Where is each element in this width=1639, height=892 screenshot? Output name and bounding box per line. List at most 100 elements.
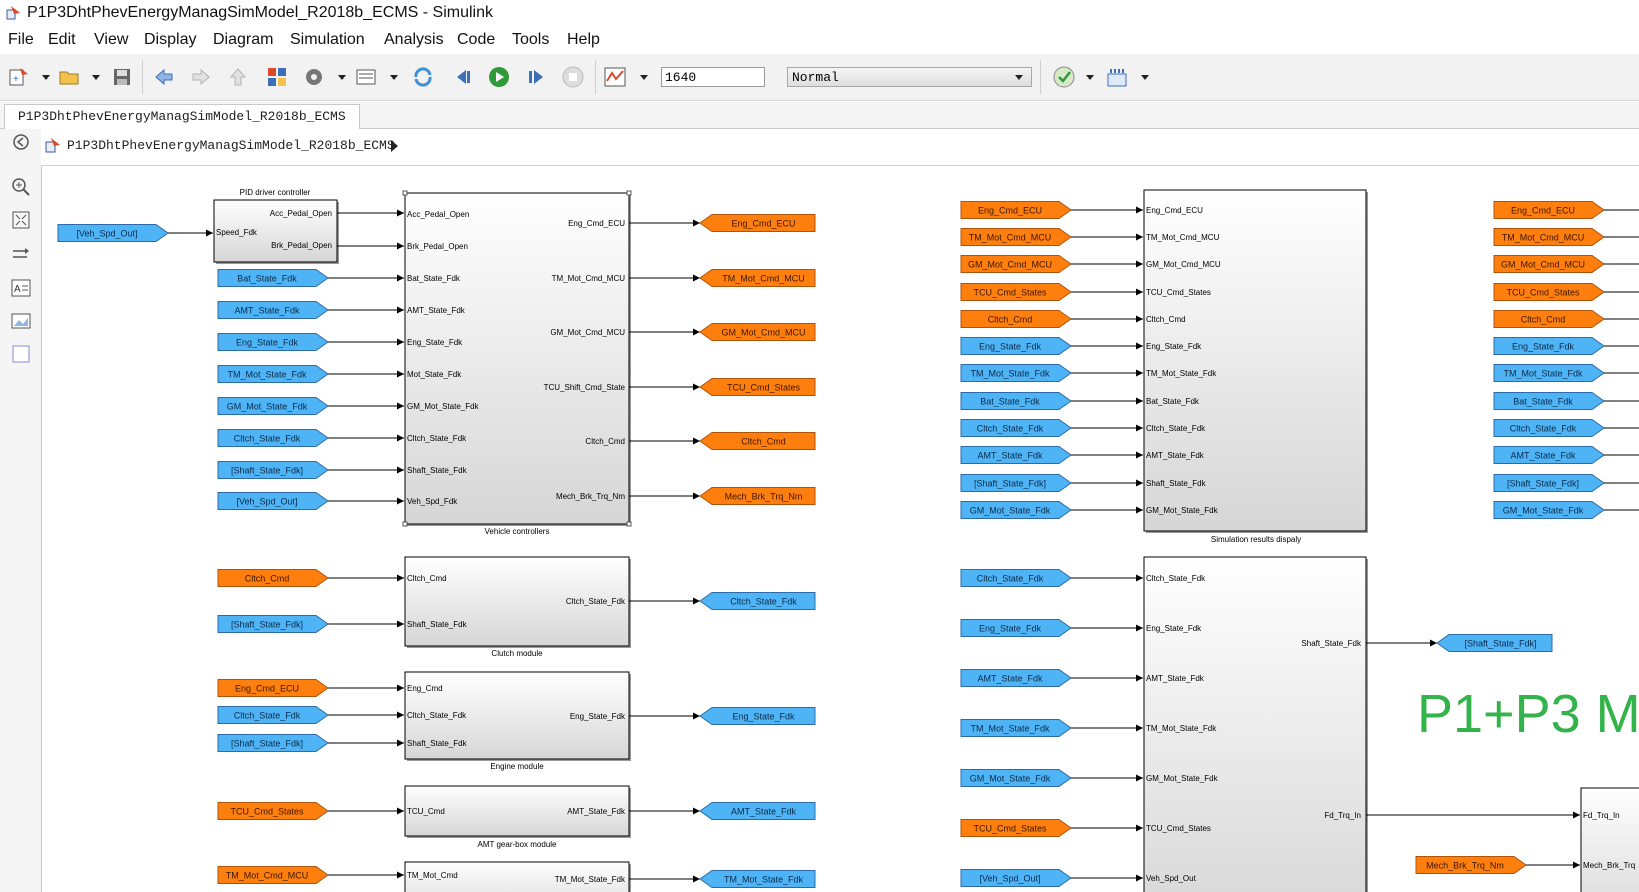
arrowhead[interactable] xyxy=(693,492,700,500)
update-diagram-icon[interactable] xyxy=(412,66,434,88)
menu-edit[interactable]: Edit xyxy=(48,31,76,49)
arrowhead[interactable] xyxy=(1136,288,1143,296)
menu-code[interactable]: Code xyxy=(457,31,495,49)
arrowhead[interactable] xyxy=(397,306,404,314)
open-dropdown-icon[interactable] xyxy=(92,75,100,80)
arrowhead[interactable] xyxy=(1136,674,1143,682)
zoom-icon[interactable] xyxy=(10,176,32,198)
arrowhead[interactable] xyxy=(1136,315,1143,323)
arrowhead[interactable] xyxy=(397,274,404,282)
arrowhead[interactable] xyxy=(1573,811,1580,819)
breadcrumb[interactable]: P1P3DhtPhevEnergyManagSimModel_R2018b_EC… xyxy=(67,138,395,153)
arrowhead[interactable] xyxy=(1136,424,1143,432)
arrowhead[interactable] xyxy=(693,383,700,391)
menu-display[interactable]: Display xyxy=(144,31,196,49)
arrowhead[interactable] xyxy=(397,871,404,879)
arrowhead[interactable] xyxy=(1136,260,1143,268)
arrowhead[interactable] xyxy=(397,338,404,346)
arrowhead[interactable] xyxy=(1136,451,1143,459)
image-icon[interactable] xyxy=(10,310,32,332)
forward-arrow-icon[interactable] xyxy=(190,66,212,88)
arrowhead[interactable] xyxy=(1136,479,1143,487)
arrowhead[interactable] xyxy=(397,242,404,250)
arrowhead[interactable] xyxy=(693,712,700,720)
breadcrumb-arrow-icon[interactable] xyxy=(391,140,398,152)
arrowhead[interactable] xyxy=(1136,774,1143,782)
menu-help[interactable]: Help xyxy=(567,31,600,49)
new-model-icon[interactable]: + xyxy=(8,66,30,88)
simulation-mode-select[interactable]: Normal xyxy=(787,67,1032,87)
arrowhead[interactable] xyxy=(1136,369,1143,377)
up-arrow-icon[interactable] xyxy=(227,66,249,88)
arrowhead[interactable] xyxy=(1136,824,1143,832)
arrowhead[interactable] xyxy=(1573,861,1580,869)
menu-diagram[interactable]: Diagram xyxy=(213,31,273,49)
arrowhead[interactable] xyxy=(1136,233,1143,241)
arrowhead[interactable] xyxy=(1136,574,1143,582)
arrowhead[interactable] xyxy=(206,229,213,237)
arrowhead[interactable] xyxy=(397,402,404,410)
step-back-icon[interactable] xyxy=(452,66,474,88)
simulation-data-inspector-icon[interactable] xyxy=(604,66,626,88)
settings-dropdown-icon[interactable] xyxy=(338,75,346,80)
arrowhead[interactable] xyxy=(397,684,404,692)
build-dropdown-icon[interactable] xyxy=(1141,75,1149,80)
arrowhead[interactable] xyxy=(397,209,404,217)
arrowhead[interactable] xyxy=(397,434,404,442)
menu-tools[interactable]: Tools xyxy=(512,31,549,49)
arrowhead[interactable] xyxy=(1136,342,1143,350)
selection-handle[interactable] xyxy=(626,521,632,527)
settings-gear-icon[interactable] xyxy=(303,66,325,88)
diagram-canvas[interactable]: PID driver controller Speed_Fdk Acc_Pedal_… xyxy=(42,166,1639,892)
new-dropdown-icon[interactable] xyxy=(42,75,50,80)
save-icon[interactable] xyxy=(111,66,133,88)
arrowhead[interactable] xyxy=(1136,724,1143,732)
area-icon[interactable] xyxy=(10,343,32,365)
arrowhead[interactable] xyxy=(1430,639,1437,647)
explorer-dropdown-icon[interactable] xyxy=(390,75,398,80)
selection-handle[interactable] xyxy=(402,190,408,196)
model-advisor-check-icon[interactable] xyxy=(1053,66,1075,88)
menu-view[interactable]: View xyxy=(94,31,128,49)
arrowhead[interactable] xyxy=(397,370,404,378)
arrowhead[interactable] xyxy=(1136,397,1143,405)
library-browser-icon[interactable] xyxy=(266,66,288,88)
arrowhead[interactable] xyxy=(1136,206,1143,214)
step-forward-icon[interactable] xyxy=(525,66,547,88)
tab-model[interactable]: P1P3DhtPhevEnergyManagSimModel_R2018b_EC… xyxy=(4,104,360,129)
selection-handle[interactable] xyxy=(402,521,408,527)
arrowhead[interactable] xyxy=(1136,506,1143,514)
arrowhead[interactable] xyxy=(693,219,700,227)
fit-to-view-icon[interactable] xyxy=(10,209,32,231)
sdi-dropdown-icon[interactable] xyxy=(640,75,648,80)
open-folder-icon[interactable] xyxy=(58,66,80,88)
final-drive-block[interactable] xyxy=(1580,787,1639,892)
back-arrow-icon[interactable] xyxy=(153,66,175,88)
arrowhead[interactable] xyxy=(397,711,404,719)
arrowhead[interactable] xyxy=(397,574,404,582)
run-icon[interactable] xyxy=(488,66,510,88)
stop-time-input[interactable]: 1640 xyxy=(661,67,765,87)
arrowhead[interactable] xyxy=(693,807,700,815)
arrowhead[interactable] xyxy=(693,437,700,445)
arrowhead[interactable] xyxy=(693,328,700,336)
model-explorer-icon[interactable] xyxy=(355,66,377,88)
menu-file[interactable]: File xyxy=(8,31,34,49)
arrowhead[interactable] xyxy=(397,807,404,815)
arrowhead[interactable] xyxy=(1136,624,1143,632)
hide-browser-icon[interactable] xyxy=(10,131,32,153)
build-model-icon[interactable] xyxy=(1106,66,1128,88)
selection-handle[interactable] xyxy=(626,190,632,196)
arrowhead[interactable] xyxy=(693,274,700,282)
stop-icon[interactable] xyxy=(562,66,584,88)
arrowhead[interactable] xyxy=(397,497,404,505)
arrowhead[interactable] xyxy=(397,620,404,628)
advisor-dropdown-icon[interactable] xyxy=(1086,75,1094,80)
arrowhead[interactable] xyxy=(693,875,700,883)
menu-simulation[interactable]: Simulation xyxy=(290,31,365,49)
arrowhead[interactable] xyxy=(397,739,404,747)
annotation-icon[interactable]: A xyxy=(10,277,32,299)
arrowhead[interactable] xyxy=(693,597,700,605)
arrowhead[interactable] xyxy=(1136,874,1143,882)
menu-analysis[interactable]: Analysis xyxy=(384,31,444,49)
